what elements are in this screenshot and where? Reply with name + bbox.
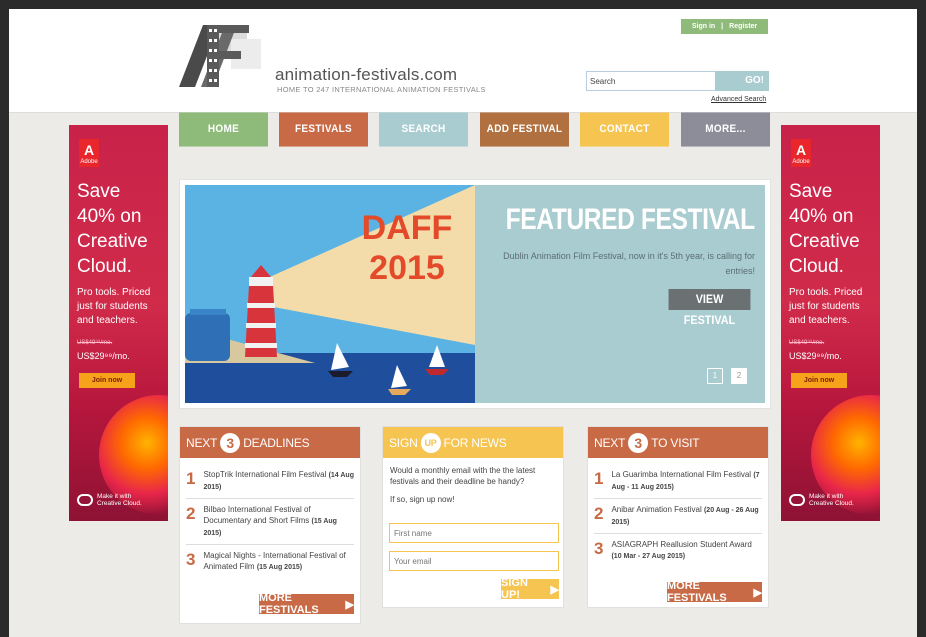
slider-page-1[interactable]: 1 — [707, 368, 723, 384]
adobe-logo-icon: Adobe — [79, 127, 99, 173]
creative-cloud-icon — [77, 494, 93, 506]
deadline-item[interactable]: 3 Magical Nights - International Festiva… — [186, 545, 354, 578]
newsletter-question: Would a monthly email with the the lates… — [390, 466, 536, 486]
email-input[interactable] — [389, 551, 559, 571]
adobe-ad-left[interactable]: Adobe Save40% onCreativeCloud. Pro tools… — [69, 125, 168, 521]
arrow-right-icon: ▶ — [550, 583, 559, 596]
ad-footer: Make it with Creative Cloud. — [77, 493, 142, 507]
newsletter-prompt: If so, sign up now! — [390, 495, 455, 504]
nav-search[interactable]: SEARCH — [379, 112, 468, 147]
more-festivals-button[interactable]: MORE FESTIVALS ▶ — [667, 580, 762, 604]
ad-headline: Save 40% on Creative Cloud. — [789, 181, 860, 277]
deadline-item[interactable]: 1 StopTrik International Film Festival (… — [186, 464, 354, 499]
advanced-search-link[interactable]: Advanced Search — [711, 96, 766, 103]
to-visit-header: NEXT 3 TO VISIT — [588, 427, 768, 458]
nav-more[interactable]: MORE... — [681, 112, 770, 147]
newsletter-box: SIGN UP FOR NEWS Would a monthly email w… — [382, 426, 564, 608]
site-header: animation-festivals.com HOME TO 247 INTE… — [9, 9, 917, 113]
ad-old-price: US$49⁹⁹/mo. — [789, 340, 825, 346]
deadlines-box: NEXT 3 DEADLINES 1 StopTrik Internationa… — [179, 426, 361, 624]
featured-panel: FEATURED FESTIVAL Dublin Animation Film … — [475, 185, 765, 403]
search-input[interactable] — [586, 71, 716, 91]
poster-title-line-2: 2015 — [369, 249, 445, 287]
featured-description: Dublin Animation Film Festival, now in i… — [503, 251, 755, 276]
adobe-ad-right[interactable]: Adobe Save40% onCreativeCloud. Pro tools… — [781, 125, 880, 521]
view-festival-button[interactable]: VIEW FESTIVAL — [668, 289, 751, 327]
ad-old-price: US$49⁹⁹/mo. — [77, 340, 113, 346]
site-title[interactable]: animation-festivals.com — [275, 65, 457, 85]
deadline-item[interactable]: 2 Bilbao International Festival of Docum… — [186, 499, 354, 545]
visit-item[interactable]: 3 ASIAGRAPH Reallusion Student Award (10… — [594, 534, 762, 567]
visit-item[interactable]: 2 Anibar Animation Festival (20 Aug - 26… — [594, 499, 762, 534]
nav-contact[interactable]: CONTACT — [580, 112, 669, 147]
deadlines-header: NEXT 3 DEADLINES — [180, 427, 360, 458]
slider-page-2[interactable]: 2 — [731, 368, 747, 384]
nav-home[interactable]: HOME — [179, 112, 268, 147]
nav-add-festival[interactable]: ADD FESTIVAL — [480, 112, 569, 147]
ad-join-button[interactable]: Join now — [791, 373, 847, 388]
featured-heading: FEATURED FESTIVAL — [505, 203, 755, 236]
search-go-button[interactable]: GO! — [715, 71, 769, 91]
register-link[interactable]: Register — [729, 23, 757, 30]
first-name-input[interactable] — [389, 523, 559, 543]
auth-divider: | — [721, 23, 724, 30]
arrow-right-icon: ▶ — [753, 586, 762, 599]
nav-festivals[interactable]: FESTIVALS — [279, 112, 368, 147]
site-logo[interactable] — [179, 25, 269, 87]
browser-viewport: animation-festivals.com HOME TO 247 INTE… — [9, 9, 917, 637]
creative-cloud-icon — [789, 494, 805, 506]
ad-join-button[interactable]: Join now — [79, 373, 135, 388]
poster-title-line-1: DAFF — [362, 209, 453, 247]
auth-bar: Sign in | Register — [681, 19, 768, 34]
ad-price: US$29⁹⁹/mo. — [77, 351, 130, 361]
newsletter-header: SIGN UP FOR NEWS — [383, 427, 563, 458]
ad-body: Pro tools. Priced just for students and te… — [77, 287, 151, 326]
to-visit-box: NEXT 3 TO VISIT 1 La Guarimba Internatio… — [587, 426, 769, 608]
sign-up-button[interactable]: SIGN UP! ▶ — [501, 577, 559, 601]
ad-footer: Make it with Creative Cloud. — [789, 493, 854, 507]
daff-poster-image[interactable]: DAFF 2015 — [185, 185, 475, 403]
visit-item[interactable]: 1 La Guarimba International Film Festiva… — [594, 464, 762, 499]
ad-headline: Save 40% on Creative Cloud. — [77, 181, 148, 277]
sign-in-link[interactable]: Sign in — [692, 23, 715, 30]
more-festivals-button[interactable]: MORE FESTIVALS ▶ — [259, 592, 354, 616]
adobe-logo-icon: Adobe — [791, 127, 811, 173]
ad-body: Pro tools. Priced just for students and te… — [789, 287, 863, 326]
featured-slider: DAFF 2015 FEATURED FESTIVAL Dublin Anima… — [179, 179, 771, 409]
arrow-right-icon: ▶ — [345, 598, 354, 611]
site-tagline: HOME TO 247 INTERNATIONAL ANIMATION FEST… — [277, 85, 486, 94]
ad-price: US$29⁹⁹/mo. — [789, 351, 842, 361]
